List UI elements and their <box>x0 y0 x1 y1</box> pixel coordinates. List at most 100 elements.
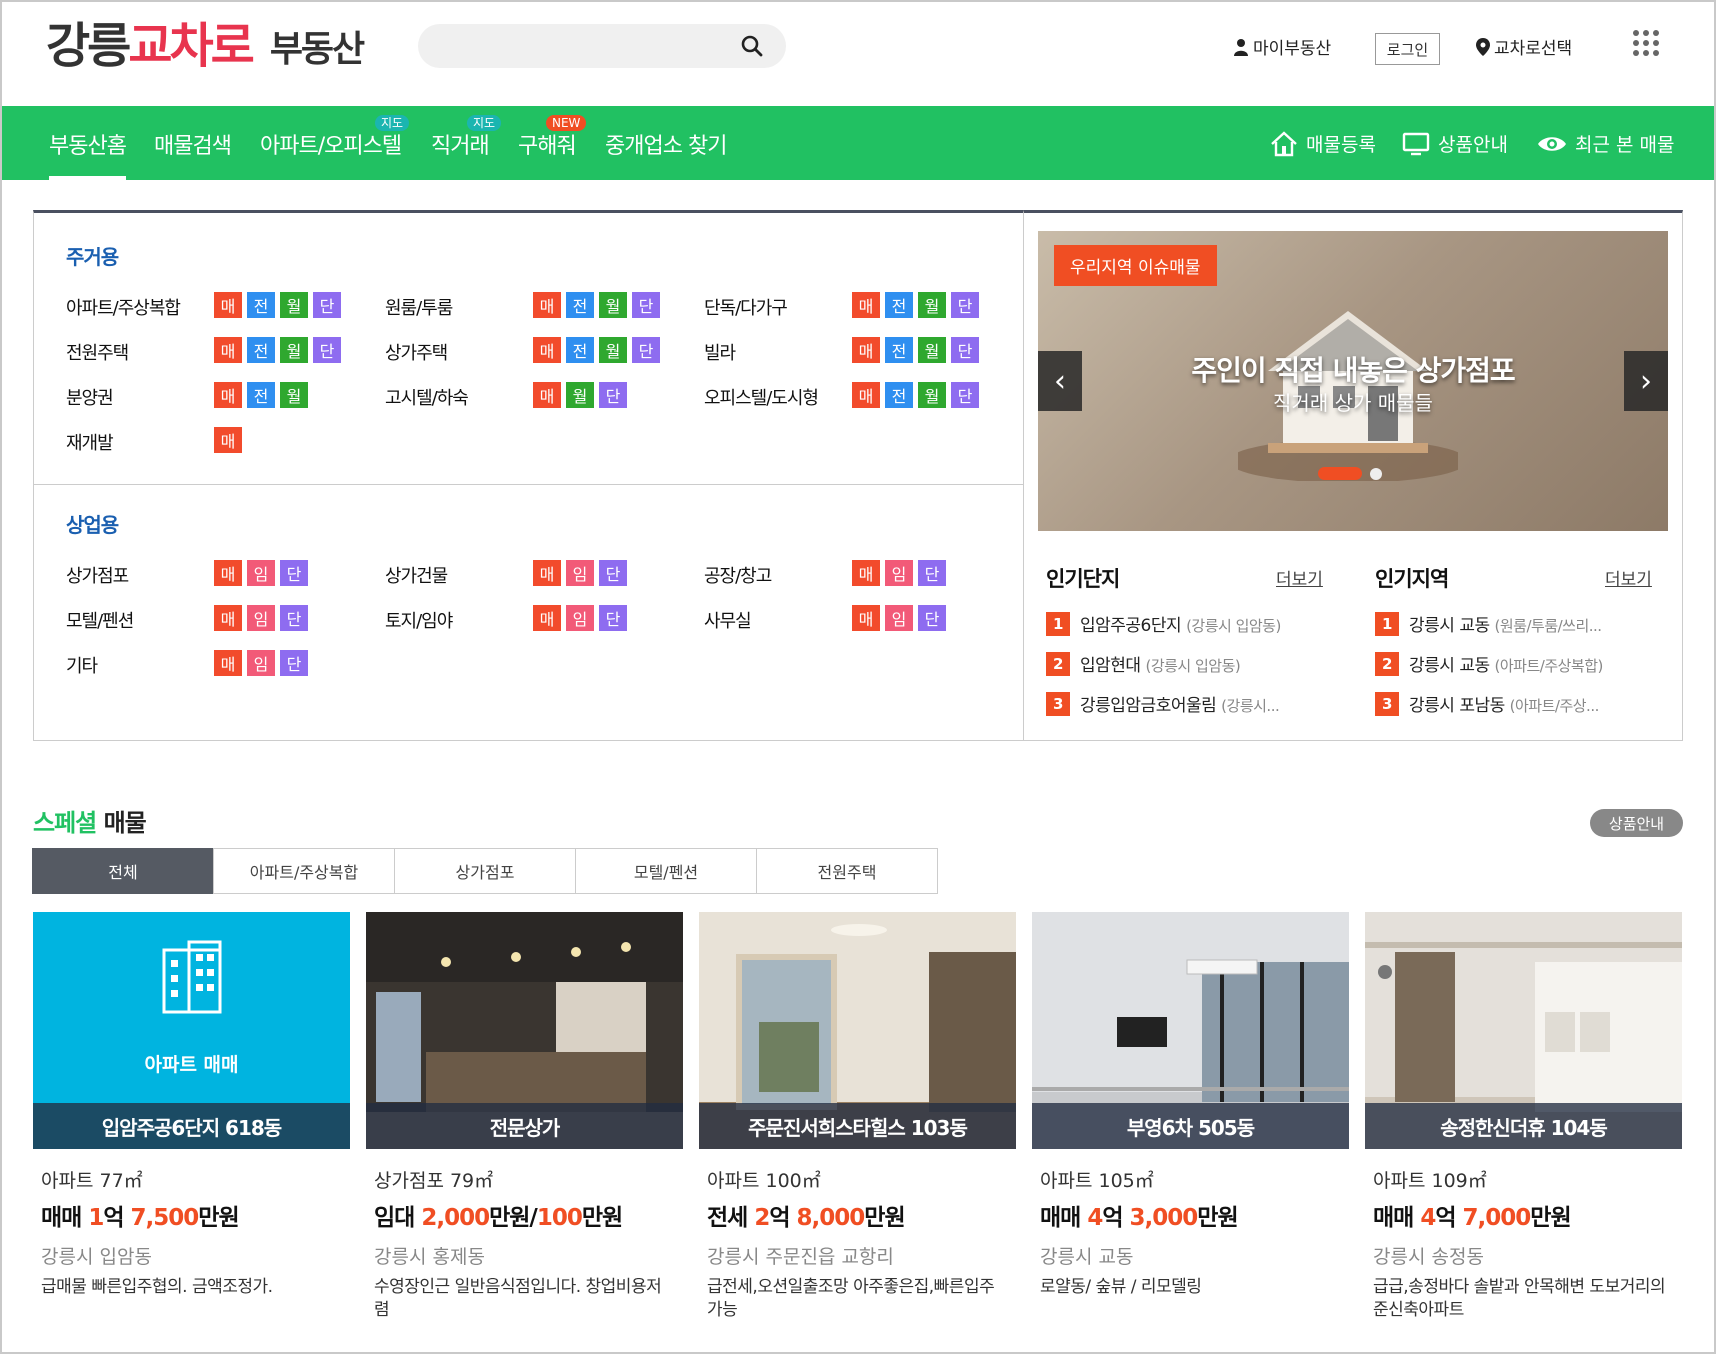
site-logo[interactable]: 강릉 교차로 부동산 <box>46 16 365 76</box>
deal-type-tag[interactable]: 매 <box>852 337 880 363</box>
category-link[interactable]: 전원주택 <box>66 339 129 365</box>
deal-type-tag[interactable]: 매 <box>214 337 242 363</box>
deal-type-tag[interactable]: 임 <box>247 650 275 676</box>
deal-type-tag[interactable]: 전 <box>247 292 275 318</box>
issue-banner[interactable]: 우리지역 이슈매물 주인이 직접 내놓은 상가점포 직거래 상가 매물들 ‹ › <box>1038 231 1668 531</box>
deal-type-tag[interactable]: 단 <box>632 337 660 363</box>
rank-item[interactable]: 1 입암주공6단지 (강릉시 입암동) <box>1046 611 1336 636</box>
tab-country-house[interactable]: 전원주택 <box>756 848 938 894</box>
tab-all[interactable]: 전체 <box>32 848 214 894</box>
region-select-link[interactable]: 교차로선택 <box>1476 34 1572 59</box>
deal-type-tag[interactable]: 매 <box>533 605 561 631</box>
rank-item[interactable]: 3 강릉입암금호어울림 (강릉시... <box>1046 691 1336 716</box>
deal-type-tag[interactable]: 매 <box>214 605 242 631</box>
category-link[interactable]: 빌라 <box>704 339 736 365</box>
product-info-button[interactable]: 상품안내 <box>1590 809 1683 837</box>
deal-type-tag[interactable]: 단 <box>918 605 946 631</box>
deal-type-tag[interactable]: 매 <box>533 337 561 363</box>
rank-item[interactable]: 2 입암현대 (강릉시 입암동) <box>1046 651 1336 676</box>
nav-direct-deal[interactable]: 직거래 지도 <box>431 115 502 160</box>
listing-photo[interactable]: 주문진서희스타힐스 103동 <box>699 912 1016 1149</box>
listing-photo[interactable]: 전문상가 <box>366 912 683 1149</box>
category-link[interactable]: 공장/창고 <box>704 562 772 588</box>
deal-type-tag[interactable]: 임 <box>566 560 594 586</box>
deal-type-tag[interactable]: 매 <box>533 292 561 318</box>
category-link[interactable]: 원룸/투룸 <box>385 294 453 320</box>
rank-item[interactable]: 1 강릉시 교동 (원룸/투룸/쓰리... <box>1375 611 1655 636</box>
deal-type-tag[interactable]: 월 <box>918 337 946 363</box>
deal-type-tag[interactable]: 단 <box>280 560 308 586</box>
category-link[interactable]: 상가점포 <box>66 562 129 588</box>
nav-products[interactable]: 상품안내 <box>1402 130 1508 157</box>
deal-type-tag[interactable]: 매 <box>852 382 880 408</box>
category-link[interactable]: 오피스텔/도시형 <box>704 384 819 410</box>
deal-type-tag[interactable]: 단 <box>280 605 308 631</box>
login-button[interactable]: 로그인 <box>1375 33 1440 65</box>
banner-next-button[interactable]: › <box>1624 351 1668 411</box>
tab-store[interactable]: 상가점포 <box>394 848 576 894</box>
deal-type-tag[interactable]: 월 <box>918 292 946 318</box>
deal-type-tag[interactable]: 단 <box>632 292 660 318</box>
deal-type-tag[interactable]: 전 <box>885 337 913 363</box>
deal-type-tag[interactable]: 매 <box>214 650 242 676</box>
deal-type-tag[interactable]: 전 <box>885 382 913 408</box>
listing-card[interactable]: 아파트 매매 입암주공6단지 618동 아파트 77㎡ 매매 1억 7,500만원 강릉… <box>33 912 350 1297</box>
category-link[interactable]: 상가주택 <box>385 339 448 365</box>
deal-type-tag[interactable]: 전 <box>566 337 594 363</box>
category-link[interactable]: 아파트/주상복합 <box>66 294 181 320</box>
deal-type-tag[interactable]: 단 <box>313 337 341 363</box>
nav-find-agent[interactable]: 중개업소 찾기 <box>605 128 727 160</box>
deal-type-tag[interactable]: 임 <box>247 560 275 586</box>
popular-complex-more-link[interactable]: 더보기 <box>1276 565 1323 590</box>
popular-region-more-link[interactable]: 더보기 <box>1605 565 1652 590</box>
deal-type-tag[interactable]: 매 <box>214 292 242 318</box>
category-link[interactable]: 재개발 <box>66 429 114 455</box>
listing-placeholder-image[interactable]: 아파트 매매 입암주공6단지 618동 <box>33 912 350 1149</box>
banner-prev-button[interactable]: ‹ <box>1038 351 1082 411</box>
listing-card[interactable]: 주문진서희스타힐스 103동 아파트 100㎡ 전세 2억 8,000만원 강릉시 주… <box>699 912 1016 1320</box>
category-link[interactable]: 토지/임야 <box>385 607 453 633</box>
listing-photo[interactable]: 송정한신더휴 104동 <box>1365 912 1682 1149</box>
deal-type-tag[interactable]: 단 <box>313 292 341 318</box>
nav-register[interactable]: 매물등록 <box>1270 130 1376 157</box>
deal-type-tag[interactable]: 단 <box>918 560 946 586</box>
tab-motel[interactable]: 모텔/펜션 <box>575 848 757 894</box>
deal-type-tag[interactable]: 월 <box>599 337 627 363</box>
category-link[interactable]: 단독/다가구 <box>704 294 788 320</box>
deal-type-tag[interactable]: 매 <box>852 560 880 586</box>
deal-type-tag[interactable]: 전 <box>247 382 275 408</box>
deal-type-tag[interactable]: 임 <box>247 605 275 631</box>
deal-type-tag[interactable]: 매 <box>214 382 242 408</box>
deal-type-tag[interactable]: 월 <box>280 382 308 408</box>
deal-type-tag[interactable]: 전 <box>247 337 275 363</box>
deal-type-tag[interactable]: 단 <box>951 337 979 363</box>
deal-type-tag[interactable]: 매 <box>533 382 561 408</box>
app-grid-icon[interactable] <box>1633 30 1659 60</box>
pagination-dot-active[interactable] <box>1318 467 1362 480</box>
tab-apartment[interactable]: 아파트/주상복합 <box>213 848 395 894</box>
deal-type-tag[interactable]: 전 <box>566 292 594 318</box>
nav-search[interactable]: 매물검색 <box>154 128 232 160</box>
deal-type-tag[interactable]: 임 <box>566 605 594 631</box>
search-icon[interactable] <box>740 34 764 58</box>
deal-type-tag[interactable]: 월 <box>280 337 308 363</box>
category-link[interactable]: 상가건물 <box>385 562 448 588</box>
deal-type-tag[interactable]: 매 <box>852 292 880 318</box>
deal-type-tag[interactable]: 월 <box>566 382 594 408</box>
listing-card[interactable]: 송정한신더휴 104동 아파트 109㎡ 매매 4억 7,000만원 강릉시 송정동 급… <box>1365 912 1682 1320</box>
listing-card[interactable]: 부영6차 505동 아파트 105㎡ 매매 4억 3,000만원 강릉시 교동 로얄동/… <box>1032 912 1349 1297</box>
deal-type-tag[interactable]: 매 <box>533 560 561 586</box>
listing-card[interactable]: 전문상가 상가점포 79㎡ 임대 2,000만원/100만원 강릉시 홍제동 수영장인근… <box>366 912 683 1320</box>
nav-recent[interactable]: 최근 본 매물 <box>1537 130 1674 157</box>
deal-type-tag[interactable]: 월 <box>599 292 627 318</box>
pagination-dot[interactable] <box>1370 467 1382 480</box>
my-realty-link[interactable]: 마이부동산 <box>1233 34 1331 59</box>
deal-type-tag[interactable]: 월 <box>280 292 308 318</box>
listing-photo[interactable]: 부영6차 505동 <box>1032 912 1349 1149</box>
nav-find-for-me[interactable]: 구해줘 NEW <box>518 115 587 160</box>
category-link[interactable]: 모텔/펜션 <box>66 607 134 633</box>
search-input[interactable] <box>418 24 786 68</box>
deal-type-tag[interactable]: 임 <box>885 560 913 586</box>
deal-type-tag[interactable]: 매 <box>852 605 880 631</box>
deal-type-tag[interactable]: 단 <box>599 560 627 586</box>
